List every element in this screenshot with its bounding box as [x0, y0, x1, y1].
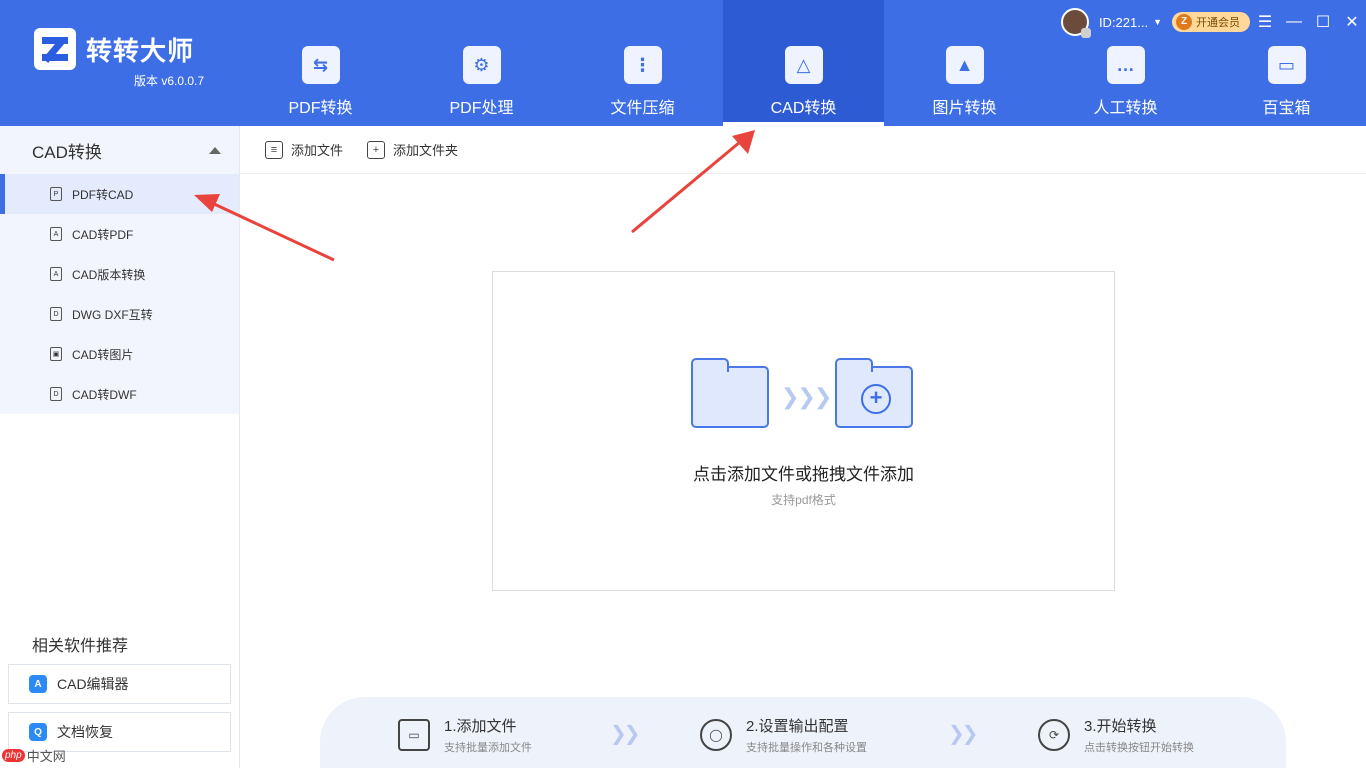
sidebar-item-cad-to-pdf[interactable]: A CAD转PDF — [0, 214, 239, 254]
watermark-badge: php — [2, 749, 25, 762]
nav-label: PDF转换 — [288, 100, 353, 117]
cad-compass-icon: △ — [784, 46, 823, 84]
add-folder-label: 添加文件夹 — [393, 143, 459, 158]
nav-file-compress[interactable]: ⋮ 文件压缩 — [562, 0, 723, 126]
logo-z-icon — [34, 28, 76, 70]
pdf-convert-icon: ⇆ — [301, 46, 340, 84]
add-folder-icon: + — [367, 140, 386, 159]
step-desc: 支持批量添加文件 — [444, 742, 532, 754]
sidebar-group-header[interactable]: CAD转换 — [0, 126, 239, 174]
recommend-title: 相关软件推荐 — [32, 638, 129, 655]
nav-pdf-convert[interactable]: ⇆ PDF转换 — [240, 0, 401, 126]
zip-icon: ⋮ — [623, 46, 662, 84]
nav-label: 人工转换 — [1093, 100, 1158, 117]
sidebar-item-label: CAD版本转换 — [72, 267, 146, 282]
recommend-label: 文档恢复 — [57, 724, 113, 740]
menu-icon[interactable]: ☰ — [1251, 12, 1279, 32]
pdf-process-icon: ⚙ — [462, 46, 501, 84]
collapse-triangle-icon[interactable] — [209, 146, 221, 154]
add-folder-button[interactable]: + 添加文件夹 — [367, 140, 458, 159]
step-settings: ◯ 2.设置输出配置 支持批量操作和各种设置 — [700, 715, 867, 755]
settings-hex-icon: ◯ — [700, 719, 732, 751]
sidebar: CAD转换 P PDF转CAD A CAD转PDF A CAD版本转换 D DW… — [0, 126, 240, 768]
nav-cad-convert[interactable]: △ CAD转换 — [723, 0, 884, 126]
step-add-file: ▭ 1.添加文件 支持批量添加文件 — [398, 715, 532, 755]
sidebar-item-label: DWG DXF互转 — [72, 307, 153, 322]
step-arrow-icon: ❯❯ — [610, 723, 640, 745]
step-desc: 支持批量操作和各种设置 — [746, 742, 867, 754]
add-file-button[interactable]: ≡ 添加文件 — [265, 140, 343, 159]
folder-outline-icon: ▭ — [398, 719, 430, 751]
pdf-file-icon: P — [50, 187, 62, 201]
app-title: 转转大师 — [86, 35, 195, 66]
image-file-icon: ▣ — [50, 347, 62, 361]
nav-label: 百宝箱 — [1262, 100, 1311, 117]
dwg-file-icon: D — [50, 307, 62, 321]
maximize-icon[interactable]: ☐ — [1309, 12, 1337, 32]
image-mountain-icon: ▲ — [945, 46, 984, 84]
supported-format-hint: 支持pdf格式 — [771, 493, 836, 507]
toolbox-icon: ▭ — [1267, 46, 1306, 84]
vip-button[interactable]: 开通会员 — [1172, 12, 1250, 32]
sidebar-group-cad: CAD转换 P PDF转CAD A CAD转PDF A CAD版本转换 D DW… — [0, 126, 239, 414]
add-file-label: 添加文件 — [291, 143, 344, 158]
convert-cycle-icon: ⟳ — [1038, 719, 1070, 751]
user-id[interactable]: ID:221... — [1099, 15, 1148, 30]
app-logo: 转转大师 — [34, 28, 194, 70]
chevrons-right-icon: ❯❯❯ — [781, 384, 832, 409]
nav-label: 文件压缩 — [610, 100, 675, 117]
recommend-cad-editor[interactable]: A CAD编辑器 — [8, 664, 231, 704]
sidebar-item-label: PDF转CAD — [72, 187, 134, 202]
drop-hint: 点击添加文件或拖拽文件添加 — [693, 465, 914, 484]
plus-circle-icon: + — [861, 384, 891, 414]
doc-recovery-icon: Q — [29, 723, 47, 741]
step-title: 1.添加文件 — [444, 718, 517, 735]
watermark: php 中文网 — [2, 746, 66, 765]
close-icon[interactable]: ✕ — [1338, 12, 1366, 32]
toolbar: ≡ 添加文件 + 添加文件夹 — [241, 126, 1366, 174]
sidebar-item-dwg-dxf[interactable]: D DWG DXF互转 — [0, 294, 239, 334]
cad-file-icon: A — [50, 267, 62, 281]
nav-pdf-process[interactable]: ⚙ PDF处理 — [401, 0, 562, 126]
sidebar-item-label: CAD转图片 — [72, 347, 134, 362]
add-file-icon: ≡ — [265, 140, 283, 159]
sidebar-group-title: CAD转换 — [32, 142, 102, 162]
cad-editor-icon: A — [29, 675, 47, 693]
sidebar-item-pdf-to-cad[interactable]: P PDF转CAD — [0, 174, 239, 214]
watermark-text: 中文网 — [26, 749, 66, 764]
file-drop-zone[interactable]: ❯❯❯ + 点击添加文件或拖拽文件添加 支持pdf格式 — [492, 271, 1115, 591]
sidebar-item-label: CAD转PDF — [72, 227, 134, 242]
nav-label: CAD转换 — [770, 100, 837, 117]
step-title: 2.设置输出配置 — [746, 718, 849, 735]
sidebar-item-cad-version[interactable]: A CAD版本转换 — [0, 254, 239, 294]
cad-file-icon: A — [50, 227, 62, 241]
folder-icon — [691, 358, 769, 428]
sidebar-item-cad-to-dwf[interactable]: D CAD转DWF — [0, 374, 239, 414]
user-bar: ID:221... ▼ 开通会员 ☰ — ☐ ✕ — [1060, 8, 1366, 38]
step-desc: 点击转换按钮开始转换 — [1084, 742, 1194, 754]
folder-add-icon: + — [835, 358, 913, 428]
minimize-icon[interactable]: — — [1280, 13, 1308, 31]
steps-bar: ▭ 1.添加文件 支持批量添加文件 ❯❯ ◯ 2.设置输出配置 支持批量操作和各… — [320, 697, 1286, 768]
avatar[interactable] — [1060, 8, 1091, 38]
nav-label: PDF处理 — [449, 100, 514, 117]
app-version: 版本 v6.0.0.7 — [134, 74, 205, 88]
title-bar: 转转大师 版本 v6.0.0.7 ⇆ PDF转换 ⚙ PDF处理 ⋮ 文件压缩 … — [0, 0, 1366, 126]
step-title: 3.开始转换 — [1084, 718, 1157, 735]
step-arrow-icon: ❯❯ — [948, 723, 978, 745]
dwf-file-icon: D — [50, 387, 62, 401]
nav-image-convert[interactable]: ▲ 图片转换 — [884, 0, 1045, 126]
recommend-label: CAD编辑器 — [57, 676, 129, 692]
step-start-convert: ⟳ 3.开始转换 点击转换按钮开始转换 — [1038, 715, 1194, 755]
sidebar-item-label: CAD转DWF — [72, 387, 137, 402]
chat-bubble-icon: … — [1106, 46, 1145, 84]
nav-label: 图片转换 — [932, 100, 997, 117]
sidebar-item-cad-to-image[interactable]: ▣ CAD转图片 — [0, 334, 239, 374]
caret-down-icon[interactable]: ▼ — [1153, 17, 1162, 27]
